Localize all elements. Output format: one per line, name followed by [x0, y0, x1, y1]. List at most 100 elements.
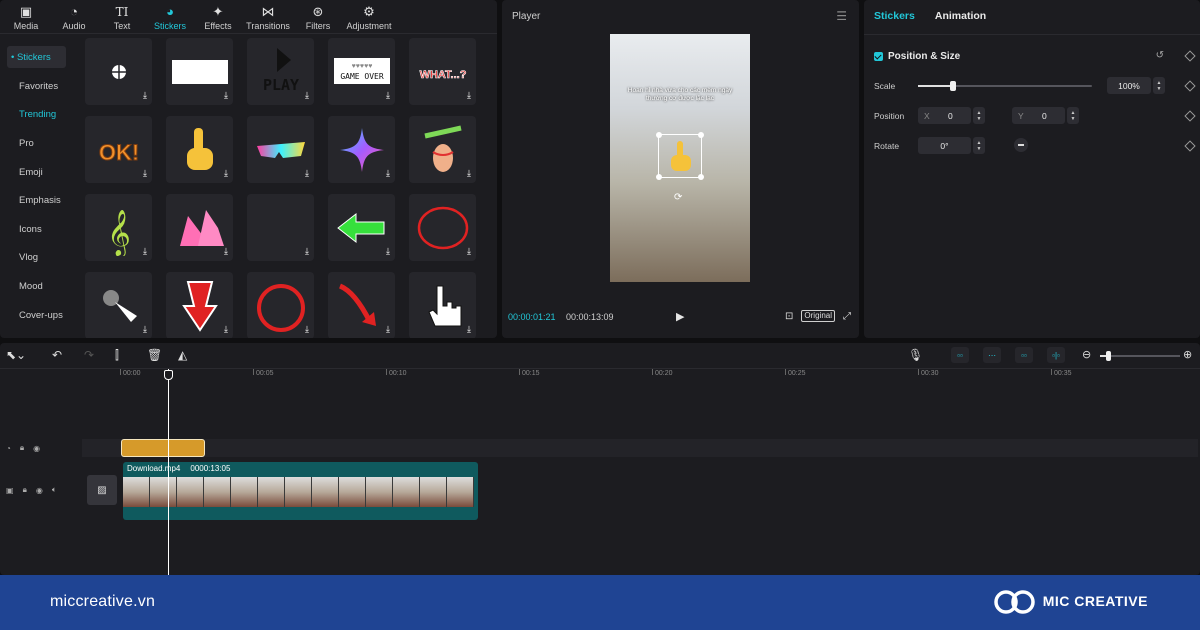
lock-icon[interactable]: 🔒︎: [20, 443, 24, 453]
visibility-icon[interactable]: ◉: [36, 486, 43, 495]
rotate-dial[interactable]: [1014, 138, 1028, 152]
red-ring-sticker[interactable]: ⤓: [247, 272, 314, 338]
fullscreen-icon[interactable]: ⤢: [843, 311, 851, 322]
zoom-in-icon[interactable]: ⊕: [1183, 348, 1192, 361]
link-toggle-icon[interactable]: ⋯: [983, 347, 1001, 363]
hand-pen-sticker[interactable]: ⤓: [409, 116, 476, 183]
zoom-slider[interactable]: [1100, 351, 1180, 361]
tab-transitions[interactable]: ⋈ Transitions: [244, 0, 292, 33]
cursor-click-sticker[interactable]: ⤓: [85, 272, 152, 338]
position-size-checkbox[interactable]: [874, 52, 883, 61]
split-icon[interactable]: ⫿: [115, 348, 119, 363]
music-note-sticker[interactable]: 𝄞 ⤓: [85, 194, 152, 261]
download-icon[interactable]: ⤓: [467, 246, 471, 257]
sticker-selection-box[interactable]: [656, 132, 704, 180]
globe-sticker[interactable]: ⤓: [85, 38, 152, 105]
download-icon[interactable]: ⤓: [386, 246, 390, 257]
menu-icon[interactable]: ☰: [836, 9, 847, 23]
tab-stickers-props[interactable]: Stickers: [874, 10, 915, 22]
download-icon[interactable]: ⤓: [386, 90, 390, 101]
category-header[interactable]: • Stickers: [7, 46, 66, 68]
fit-screen-icon[interactable]: ⊡: [785, 311, 793, 322]
zoom-slider-knob[interactable]: [1106, 351, 1111, 361]
keyframe-icon[interactable]: [1184, 80, 1196, 92]
download-icon[interactable]: ⤓: [224, 168, 228, 179]
category-emphasis[interactable]: Emphasis: [0, 186, 74, 215]
tab-text[interactable]: TI Text: [100, 0, 144, 33]
category-emoji[interactable]: Emoji: [0, 158, 74, 187]
rotate-stepper[interactable]: ▲ ▼: [973, 137, 985, 154]
cover-icon[interactable]: ▨: [87, 475, 117, 505]
download-icon[interactable]: ⤓: [305, 246, 309, 257]
download-icon[interactable]: ⤓: [305, 168, 309, 179]
audio-mute-icon[interactable]: 🔈︎: [52, 485, 57, 495]
undo-icon[interactable]: ↶: [52, 348, 62, 362]
video-clip[interactable]: Download.mp4 0000:13:05: [123, 462, 478, 520]
tab-stickers[interactable]: ◕ Stickers: [148, 0, 192, 33]
download-icon[interactable]: ⤓: [224, 90, 228, 101]
position-x-input[interactable]: X0: [918, 107, 971, 124]
download-icon[interactable]: ⤓: [224, 246, 228, 257]
download-icon[interactable]: ⤓: [143, 324, 147, 335]
scale-stepper[interactable]: ▲ ▼: [1153, 77, 1165, 94]
ok-sticker[interactable]: OK! ⤓: [85, 116, 152, 183]
category-cover-ups[interactable]: Cover-ups: [0, 301, 74, 330]
tab-media[interactable]: ▣ Media: [4, 0, 48, 33]
download-icon[interactable]: ⤓: [224, 324, 228, 335]
pointing-hand-sticker[interactable]: ⤓: [166, 116, 233, 183]
y-stepper[interactable]: ▲ ▼: [1067, 107, 1079, 124]
download-icon[interactable]: ⤓: [143, 168, 147, 179]
microphone-icon[interactable]: 🎙: [908, 348, 923, 362]
playhead[interactable]: [168, 369, 169, 575]
resize-handle[interactable]: [656, 132, 662, 138]
select-tool-icon[interactable]: ⬉⌄: [6, 348, 26, 362]
what-sticker[interactable]: WHAT...? ⤓: [409, 38, 476, 105]
category-vlog[interactable]: Vlog: [0, 244, 74, 273]
tab-adjustment[interactable]: ⚙ Adjustment: [344, 0, 394, 33]
download-icon[interactable]: ⤓: [386, 324, 390, 335]
video-preview[interactable]: Hoan hỉ nhà vừa cho các mèm ngày thường …: [610, 34, 750, 282]
keyframe-icon[interactable]: [1184, 50, 1196, 62]
tab-effects[interactable]: ✦ Effects: [196, 0, 240, 33]
red-down-arrow-sticker[interactable]: ⤓: [166, 272, 233, 338]
pink-heels-sticker[interactable]: ⤓: [166, 194, 233, 261]
split-view-icon[interactable]: ▫|▫: [1047, 347, 1065, 363]
keyframe-icon[interactable]: [1184, 140, 1196, 152]
resize-handle[interactable]: [698, 174, 704, 180]
download-icon[interactable]: ⤓: [143, 90, 147, 101]
tab-audio[interactable]: ◔ Audio: [52, 0, 96, 33]
magnet-toggle-icon[interactable]: ▫▫: [951, 347, 969, 363]
sticker-clip[interactable]: [121, 439, 205, 457]
download-icon[interactable]: ⤓: [305, 324, 309, 335]
resize-handle[interactable]: [656, 174, 662, 180]
mirror-icon[interactable]: ◭: [178, 348, 187, 362]
play-text-sticker[interactable]: PLAY ⤓: [247, 38, 314, 105]
red-curved-arrow-sticker[interactable]: ⤓: [328, 272, 395, 338]
delete-icon[interactable]: 🗑: [147, 348, 162, 362]
download-icon[interactable]: ⤓: [467, 90, 471, 101]
category-favorites[interactable]: Favorites: [0, 72, 74, 101]
download-icon[interactable]: ⤓: [467, 324, 471, 335]
pointer-hand-sticker[interactable]: ⤓: [409, 272, 476, 338]
rainbow-glasses-sticker[interactable]: ⤓: [247, 116, 314, 183]
empty-sticker[interactable]: ⤓: [247, 194, 314, 261]
play-button[interactable]: ▶: [676, 310, 684, 323]
download-icon[interactable]: ⤓: [305, 90, 309, 101]
scale-slider[interactable]: [918, 81, 1092, 91]
time-ruler[interactable]: 00:00 00:05 00:10 00:15 00:20 00:25 00:30 00:35: [120, 369, 1200, 383]
redo-icon[interactable]: ↷: [84, 348, 94, 362]
reset-icon[interactable]: ↺: [1156, 50, 1164, 61]
footer-site[interactable]: miccreative.vn: [50, 593, 155, 611]
scale-input[interactable]: 100%: [1107, 77, 1151, 94]
green-arrow-sticker[interactable]: ⤓: [328, 194, 395, 261]
white-rectangle-sticker[interactable]: ⤓: [166, 38, 233, 105]
rotate-input[interactable]: 0°: [918, 137, 971, 154]
keyframe-icon[interactable]: [1184, 110, 1196, 122]
resize-handle[interactable]: [698, 132, 704, 138]
x-stepper[interactable]: ▲ ▼: [973, 107, 985, 124]
zoom-out-icon[interactable]: ⊖: [1082, 348, 1091, 361]
lock-icon[interactable]: 🔒︎: [23, 485, 27, 495]
category-pro[interactable]: Pro: [0, 129, 74, 158]
tab-filters[interactable]: ⊛ Filters: [296, 0, 340, 33]
rotate-icon[interactable]: ⟳: [674, 192, 682, 203]
